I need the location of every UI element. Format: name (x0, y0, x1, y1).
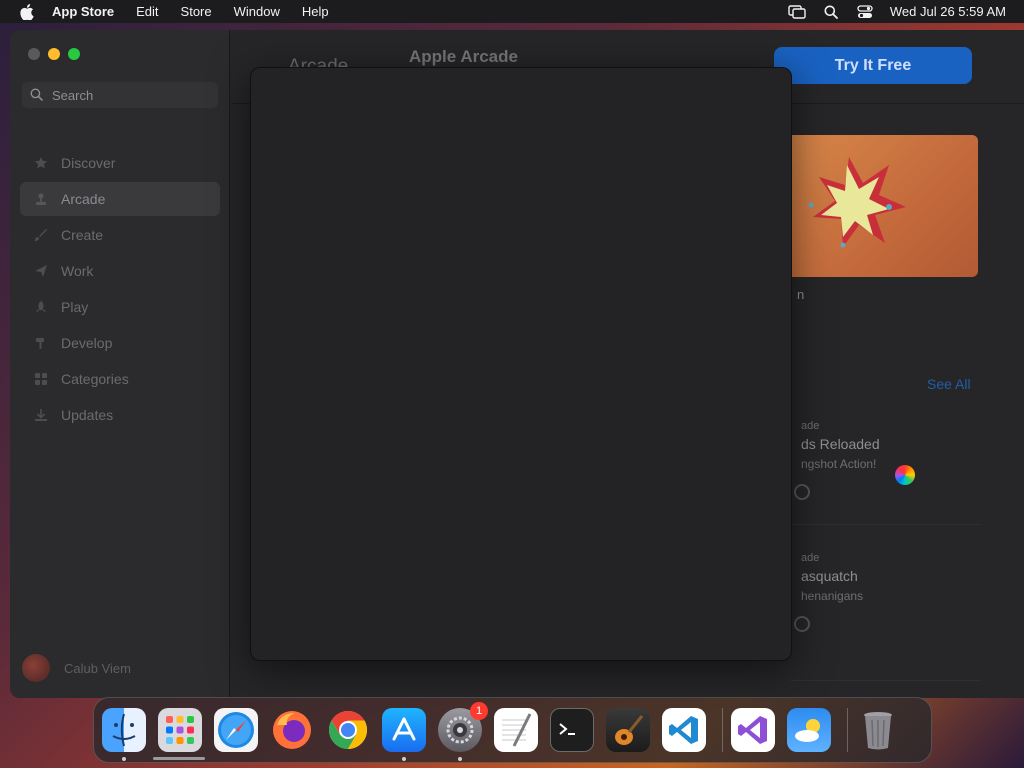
sidebar-item-label: Updates (61, 407, 114, 423)
sidebar-item-updates[interactable]: Updates (20, 398, 220, 432)
launchpad-icon[interactable] (158, 708, 202, 752)
textedit-icon[interactable] (494, 708, 538, 752)
spotlight-search-icon[interactable] (822, 4, 840, 20)
row-divider (791, 680, 981, 681)
settings-icon[interactable]: 1 (438, 702, 488, 761)
sidebar-item-arcade[interactable]: Arcade (20, 182, 220, 216)
menu-bar-clock[interactable]: Wed Jul 26 5:59 AM (890, 4, 1006, 19)
game-row-1-title[interactable]: ds Reloaded (801, 436, 880, 452)
launchpad-hover-indicator (153, 757, 205, 760)
sidebar: Search Discover Arcade Create Work Play (10, 30, 230, 698)
sidebar-item-play[interactable]: Play (20, 290, 220, 324)
dock: 1 (93, 697, 932, 763)
menu-window[interactable]: Window (234, 4, 280, 19)
explosion-artwork-icon (808, 157, 906, 248)
see-all-link[interactable]: See All (927, 376, 971, 392)
notification-badge: 1 (470, 702, 488, 720)
avatar (22, 654, 50, 682)
paperplane-icon (34, 264, 48, 278)
minimize-window-button[interactable] (48, 48, 60, 60)
running-indicator (402, 757, 406, 761)
loading-sheet-panel (250, 67, 792, 661)
try-it-free-button[interactable]: Try It Free (774, 47, 972, 84)
menu-help[interactable]: Help (302, 4, 329, 19)
brush-icon (34, 228, 48, 242)
vscode-icon[interactable] (662, 708, 706, 752)
account-button[interactable]: Calub Viem (22, 654, 131, 682)
game-row-2-subtitle: henanigans (801, 589, 864, 603)
dock-separator (847, 708, 848, 752)
control-center-icon[interactable] (856, 4, 874, 20)
grid-icon (34, 372, 48, 386)
sidebar-item-label: Develop (61, 335, 113, 351)
firefox-icon[interactable] (270, 708, 314, 752)
menu-bar: App Store Edit Store Window Help Wed Jul… (0, 0, 1024, 23)
sidebar-item-label: Create (61, 227, 104, 243)
game-row-2-label: ade (801, 552, 820, 564)
joystick-icon (34, 192, 48, 206)
featured-game-title: n (797, 287, 805, 302)
running-indicator (458, 757, 462, 761)
apple-logo-icon[interactable] (18, 3, 36, 21)
search-icon (30, 88, 44, 102)
game-row-2-get-button[interactable] (794, 616, 810, 632)
appstore-icon[interactable] (382, 708, 426, 761)
sidebar-search-field[interactable]: Search (22, 82, 218, 108)
close-window-button[interactable] (28, 48, 40, 60)
window-controls (28, 48, 88, 60)
rocket-icon (34, 300, 48, 314)
sidebar-item-discover[interactable]: Discover (20, 146, 220, 180)
game-row-1-get-button[interactable] (794, 484, 810, 500)
search-placeholder: Search (52, 87, 94, 103)
sidebar-item-label: Categories (61, 371, 129, 387)
menu-bar-status: Wed Jul 26 5:59 AM (772, 0, 1006, 23)
star-icon (34, 156, 48, 170)
game-row-2-title[interactable]: asquatch (801, 568, 858, 584)
garageband-icon[interactable] (606, 708, 650, 752)
page-title: Apple Arcade (409, 47, 518, 66)
sidebar-item-label: Play (61, 299, 89, 315)
menu-store[interactable]: Store (181, 4, 212, 19)
weather-icon[interactable] (787, 708, 831, 752)
screen-mirroring-icon[interactable] (788, 4, 806, 20)
sidebar-nav: Discover Arcade Create Work Play Develop (20, 146, 220, 434)
finder-icon[interactable] (102, 708, 146, 761)
menu-app-store[interactable]: App Store (52, 4, 114, 19)
game-row-1-label: ade (801, 420, 820, 432)
running-indicator (122, 757, 126, 761)
sidebar-item-label: Work (61, 263, 94, 279)
sidebar-item-work[interactable]: Work (20, 254, 220, 288)
row-divider (791, 524, 981, 525)
zoom-window-button[interactable] (68, 48, 80, 60)
account-name: Calub Viem (64, 660, 131, 676)
dock-separator (722, 708, 723, 752)
color-picker-icon (895, 465, 915, 485)
sidebar-item-label: Discover (61, 155, 116, 171)
game-row-1-subtitle: ngshot Action! (801, 457, 877, 471)
featured-game-artwork[interactable] (771, 135, 978, 277)
sidebar-item-create[interactable]: Create (20, 218, 220, 252)
terminal-icon[interactable] (550, 708, 594, 752)
sidebar-item-label: Arcade (61, 191, 106, 207)
menu-edit[interactable]: Edit (136, 4, 158, 19)
chrome-icon[interactable] (326, 708, 370, 752)
visualstudio-icon[interactable] (731, 708, 775, 752)
safari-icon[interactable] (214, 708, 258, 752)
sidebar-item-categories[interactable]: Categories (20, 362, 220, 396)
sidebar-item-develop[interactable]: Develop (20, 326, 220, 360)
download-icon (34, 408, 48, 422)
hammer-icon (34, 336, 48, 350)
trash-icon[interactable] (856, 708, 900, 752)
